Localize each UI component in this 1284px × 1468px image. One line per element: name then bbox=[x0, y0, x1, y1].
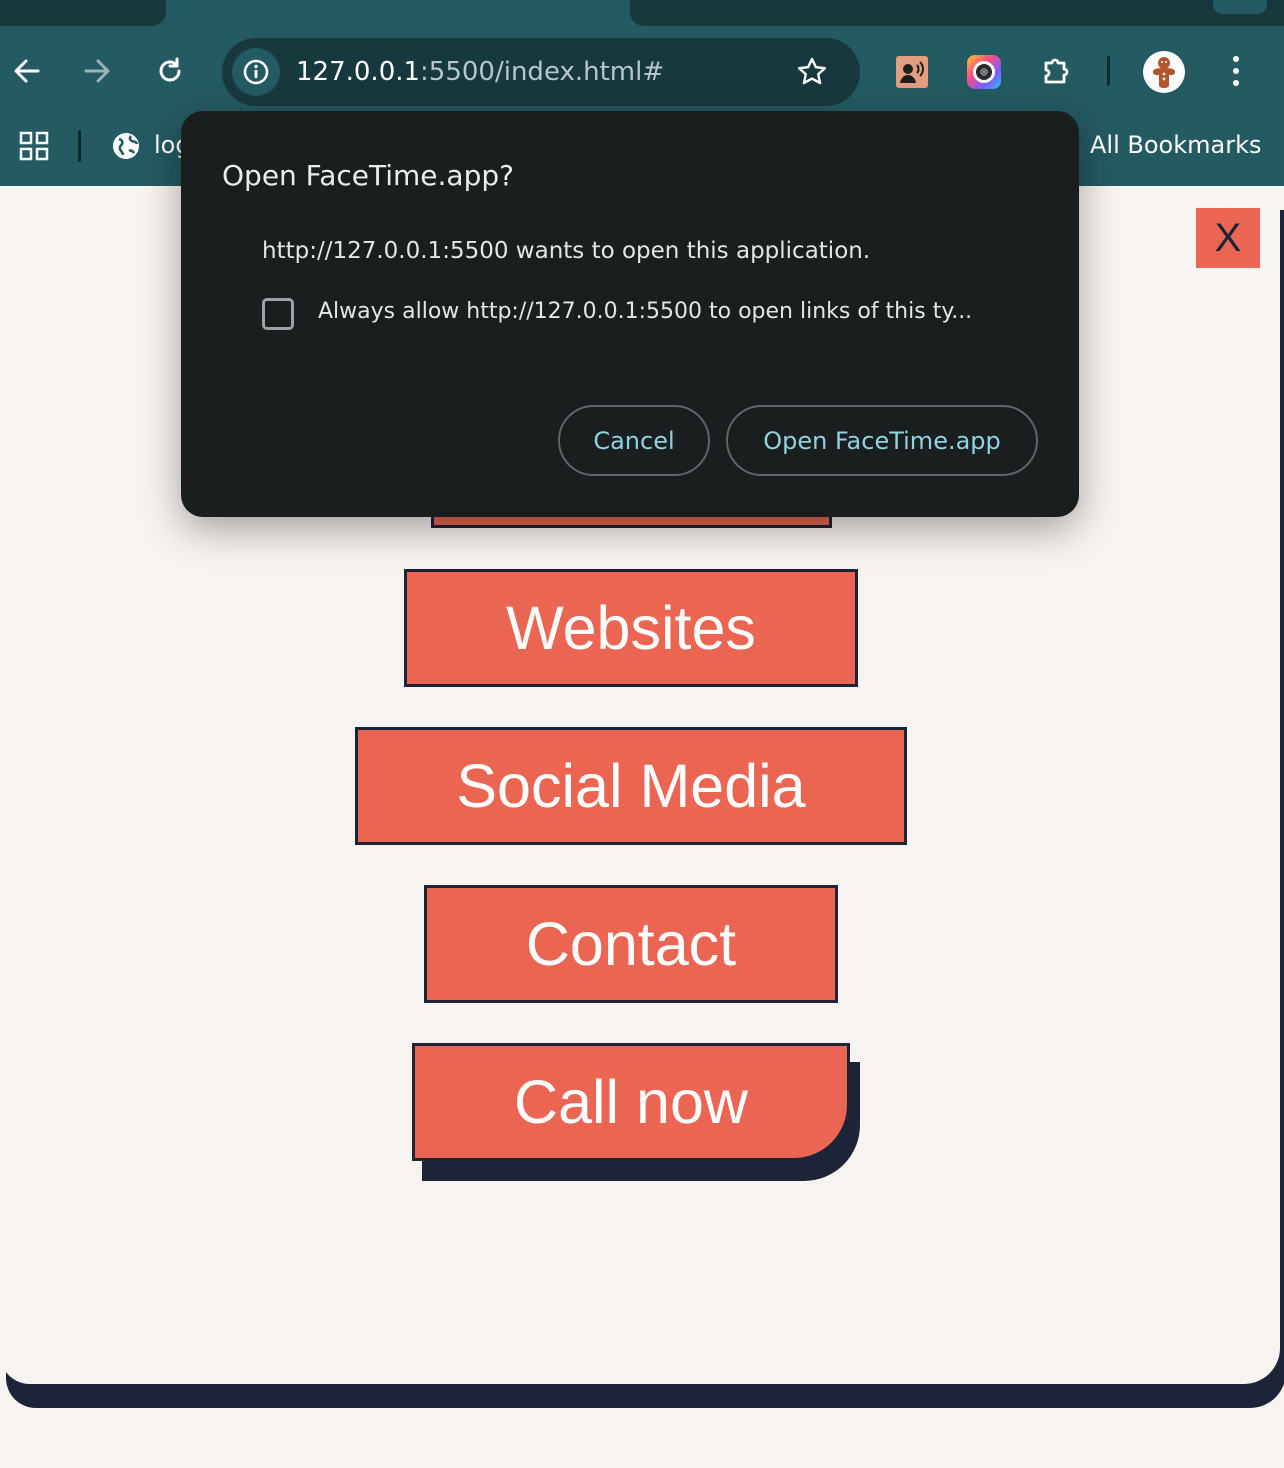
open-facetime-button[interactable]: Open FaceTime.app bbox=[726, 405, 1038, 476]
toolbar-separator bbox=[1107, 56, 1110, 86]
cancel-button[interactable]: Cancel bbox=[558, 405, 710, 476]
profile-avatar-icon[interactable] bbox=[1142, 50, 1186, 94]
always-allow-label[interactable]: Always allow http://127.0.0.1:5500 to op… bbox=[318, 299, 972, 324]
url-path: :5500/index.html# bbox=[420, 57, 665, 87]
websites-button[interactable]: Websites bbox=[404, 569, 858, 687]
bookmarks-divider bbox=[78, 130, 81, 162]
contact-button[interactable]: Contact bbox=[424, 885, 838, 1003]
dialog-title: Open FaceTime.app? bbox=[222, 159, 514, 192]
reload-icon[interactable] bbox=[151, 52, 189, 90]
social-media-button[interactable]: Social Media bbox=[355, 727, 907, 845]
extensions-puzzle-icon[interactable] bbox=[1038, 52, 1076, 90]
url-text[interactable]: 127.0.0.1:5500/index.html# bbox=[296, 56, 664, 88]
tab-strip bbox=[0, 0, 1284, 26]
tab-right[interactable] bbox=[630, 0, 1284, 26]
call-now-button[interactable]: Call now bbox=[412, 1043, 850, 1161]
apps-grid-icon[interactable] bbox=[18, 130, 50, 162]
close-menu-button[interactable]: X bbox=[1196, 208, 1260, 268]
tab-pill[interactable] bbox=[1213, 0, 1267, 14]
extension-camera-icon[interactable] bbox=[966, 54, 1002, 90]
back-arrow-icon[interactable] bbox=[8, 52, 46, 90]
dialog-message: http://127.0.0.1:5500 wants to open this… bbox=[262, 238, 871, 264]
open-app-dialog: Open FaceTime.app? http://127.0.0.1:5500… bbox=[181, 111, 1079, 517]
forward-arrow-icon[interactable] bbox=[78, 52, 116, 90]
always-allow-checkbox[interactable] bbox=[262, 298, 294, 330]
site-info-icon[interactable] bbox=[232, 48, 280, 96]
globe-icon[interactable] bbox=[110, 130, 142, 162]
tab-left[interactable] bbox=[0, 0, 166, 26]
kebab-menu-icon[interactable] bbox=[1220, 52, 1252, 90]
url-host: 127.0.0.1 bbox=[296, 57, 421, 87]
extension-voice-icon[interactable] bbox=[895, 55, 929, 89]
address-bar[interactable]: 127.0.0.1:5500/index.html# bbox=[222, 38, 860, 106]
bookmark-star-icon[interactable] bbox=[794, 54, 830, 90]
all-bookmarks-button[interactable]: All Bookmarks bbox=[1090, 131, 1261, 159]
